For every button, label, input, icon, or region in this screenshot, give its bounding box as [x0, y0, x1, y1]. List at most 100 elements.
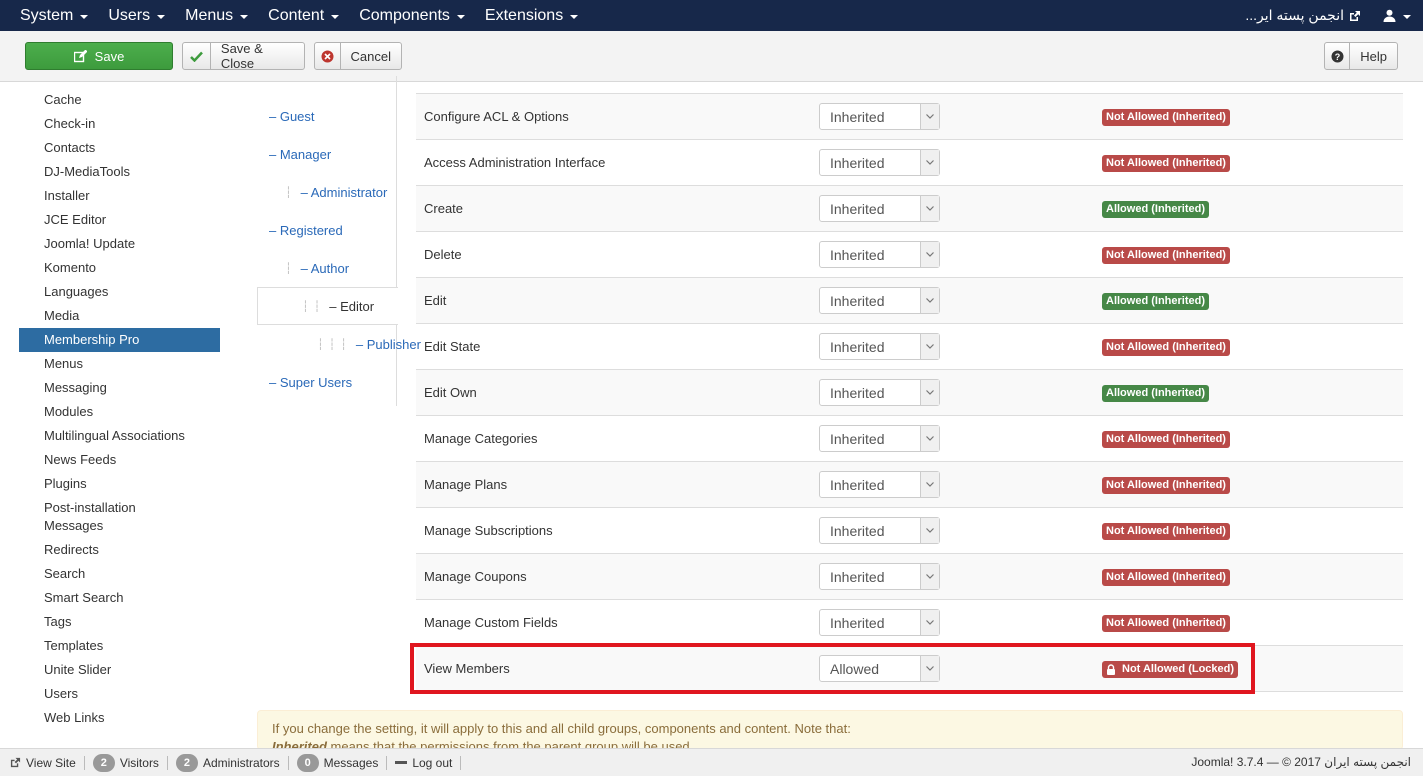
sidebar-item-templates[interactable]: Templates	[19, 634, 220, 658]
permission-setting-select[interactable]: Inherited	[819, 517, 940, 544]
sidebar-item-jce-editor[interactable]: JCE Editor	[19, 208, 220, 232]
permission-setting-select[interactable]: Inherited	[819, 471, 940, 498]
menu-extensions[interactable]: Extensions	[475, 0, 588, 31]
logout-link[interactable]: Log out	[387, 755, 462, 770]
sidebar-item-cache[interactable]: Cache	[19, 88, 220, 112]
permission-row: Access Administration Interface Inherited…	[416, 140, 1403, 186]
permission-setting-select[interactable]: Inherited	[819, 287, 940, 314]
copyright-text: Joomla! 3.7.4 — © 2017 انجمن پسته ایران	[1191, 755, 1411, 769]
group-label: – Author	[300, 260, 350, 276]
permissions-table: Configure ACL & Options Inherited Not Allo…	[416, 93, 1403, 692]
badge-label: Not Allowed (Inherited)	[1106, 341, 1226, 353]
badge-label: Not Allowed (Inherited)	[1106, 617, 1226, 629]
group-item-author[interactable]: ┆ – Author	[257, 249, 397, 287]
user-icon	[1383, 9, 1396, 22]
select-value: Inherited	[830, 109, 885, 125]
select-value: Inherited	[830, 155, 885, 171]
sidebar-item-tags[interactable]: Tags	[19, 610, 220, 634]
sidebar-item-smart-search[interactable]: Smart Search	[19, 586, 220, 610]
sidebar-item-users[interactable]: Users	[19, 682, 220, 706]
admins-label: Administrators	[202, 755, 280, 770]
permission-setting-select[interactable]: Inherited	[819, 379, 940, 406]
menu-menus[interactable]: Menus	[175, 0, 258, 31]
calculated-setting-badge: Not Allowed (Inherited)	[1102, 569, 1230, 586]
caret-down-icon	[456, 14, 465, 19]
cancel-button[interactable]: Cancel	[314, 42, 402, 70]
sidebar-item-komento[interactable]: Komento	[19, 256, 220, 280]
permission-action-label: Manage Subscriptions	[424, 523, 553, 538]
main-menu: System Users Menus Content Components Ex…	[10, 0, 588, 31]
permission-setting-select[interactable]: Inherited	[819, 195, 940, 222]
sidebar-item-check-in[interactable]: Check-in	[19, 112, 220, 136]
save-close-button[interactable]: Save & Close	[182, 41, 305, 71]
sidebar-item-redirects[interactable]: Redirects	[19, 538, 220, 562]
permission-row: Manage Custom Fields Inherited Not Allowed…	[416, 600, 1403, 646]
permission-row: Manage Coupons Inherited Not Allowed (Inhe…	[416, 554, 1403, 600]
help-button[interactable]: ? Help	[1324, 42, 1398, 70]
external-link-icon	[1350, 10, 1360, 21]
messages-link[interactable]: 0 Messages	[289, 753, 388, 772]
sidebar-item-dj-mediatools[interactable]: DJ-MediaTools	[19, 160, 220, 184]
sidebar-item-plugins[interactable]: Plugins	[19, 472, 220, 496]
chevron-down-icon	[920, 334, 939, 359]
group-item-manager[interactable]: – Manager	[257, 135, 397, 173]
group-item-publisher[interactable]: ┆┆┆ – Publisher	[257, 325, 421, 363]
sidebar-item-media[interactable]: Media	[19, 304, 220, 328]
site-name-link[interactable]: ...انجمن پسته ایر	[1245, 7, 1361, 24]
view-site-link[interactable]: View Site	[0, 755, 85, 770]
sidebar-item-post-installation-messages[interactable]: Post-installation Messages	[19, 496, 169, 538]
chevron-down-icon	[920, 242, 939, 267]
user-menu[interactable]	[1383, 9, 1411, 22]
sidebar-item-unite-slider[interactable]: Unite Slider	[19, 658, 220, 682]
question-icon: ?	[1325, 43, 1351, 69]
permission-setting-select[interactable]: Inherited	[819, 103, 940, 130]
badge-label: Not Allowed (Inherited)	[1106, 525, 1226, 537]
menu-users[interactable]: Users	[98, 0, 175, 31]
tree-indent-icon: ┆	[285, 262, 297, 275]
sidebar-item-contacts[interactable]: Contacts	[19, 136, 220, 160]
badge-label: Not Allowed (Inherited)	[1106, 433, 1226, 445]
administrators-link[interactable]: 2 Administrators	[168, 753, 289, 772]
permission-row: Manage Categories Inherited Not Allowed (I…	[416, 416, 1403, 462]
group-item-administrator[interactable]: ┆ – Administrator	[257, 173, 397, 211]
menu-content[interactable]: Content	[258, 0, 349, 31]
sidebar-item-languages[interactable]: Languages	[19, 280, 220, 304]
group-item-guest[interactable]: – Guest	[257, 97, 397, 135]
permission-setting-select[interactable]: Inherited	[819, 241, 940, 268]
visitors-link[interactable]: 2 Visitors	[85, 753, 168, 772]
visitors-label: Visitors	[119, 755, 159, 770]
sidebar-item-modules[interactable]: Modules	[19, 400, 220, 424]
permission-setting-select[interactable]: Inherited	[819, 609, 940, 636]
highlight-box	[410, 643, 1255, 694]
calculated-setting-badge: Not Allowed (Inherited)	[1102, 477, 1230, 494]
permission-setting-select[interactable]: Inherited	[819, 149, 940, 176]
calculated-setting-badge: Allowed (Inherited)	[1102, 293, 1209, 310]
badge-label: Not Allowed (Inherited)	[1106, 479, 1226, 491]
sidebar-item-search[interactable]: Search	[19, 562, 220, 586]
permission-setting-select[interactable]: Inherited	[819, 425, 940, 452]
group-item-registered[interactable]: – Registered	[257, 211, 397, 249]
save-close-label: Save & Close	[220, 41, 263, 71]
menu-components[interactable]: Components	[349, 0, 475, 31]
group-item-super-users[interactable]: – Super Users	[257, 363, 397, 401]
menu-system[interactable]: System	[10, 0, 98, 31]
sidebar-item-installer[interactable]: Installer	[19, 184, 220, 208]
sidebar-item-messaging[interactable]: Messaging	[19, 376, 220, 400]
chevron-down-icon	[920, 196, 939, 221]
caret-down-icon	[80, 14, 89, 19]
sidebar-item-membership-pro[interactable]: Membership Pro	[19, 328, 220, 352]
select-value: Inherited	[830, 201, 885, 217]
group-label: – Guest	[269, 108, 315, 124]
permission-setting-select[interactable]: Inherited	[819, 333, 940, 360]
sidebar-item-menus[interactable]: Menus	[19, 352, 220, 376]
note-line1: If you change the setting, it will apply…	[272, 721, 851, 736]
select-value: Inherited	[830, 385, 885, 401]
permission-setting-select[interactable]: Inherited	[819, 563, 940, 590]
sidebar-item-web-links[interactable]: Web Links	[19, 706, 220, 730]
sidebar-item-joomla-update[interactable]: Joomla! Update	[19, 232, 220, 256]
sidebar-item-news-feeds[interactable]: News Feeds	[19, 448, 220, 472]
permission-action-label: Manage Custom Fields	[424, 615, 558, 630]
save-button[interactable]: Save	[25, 42, 173, 70]
sidebar-item-multilingual-associations[interactable]: Multilingual Associations	[19, 424, 220, 448]
group-item-editor[interactable]: ┆┆ – Editor	[257, 287, 398, 325]
